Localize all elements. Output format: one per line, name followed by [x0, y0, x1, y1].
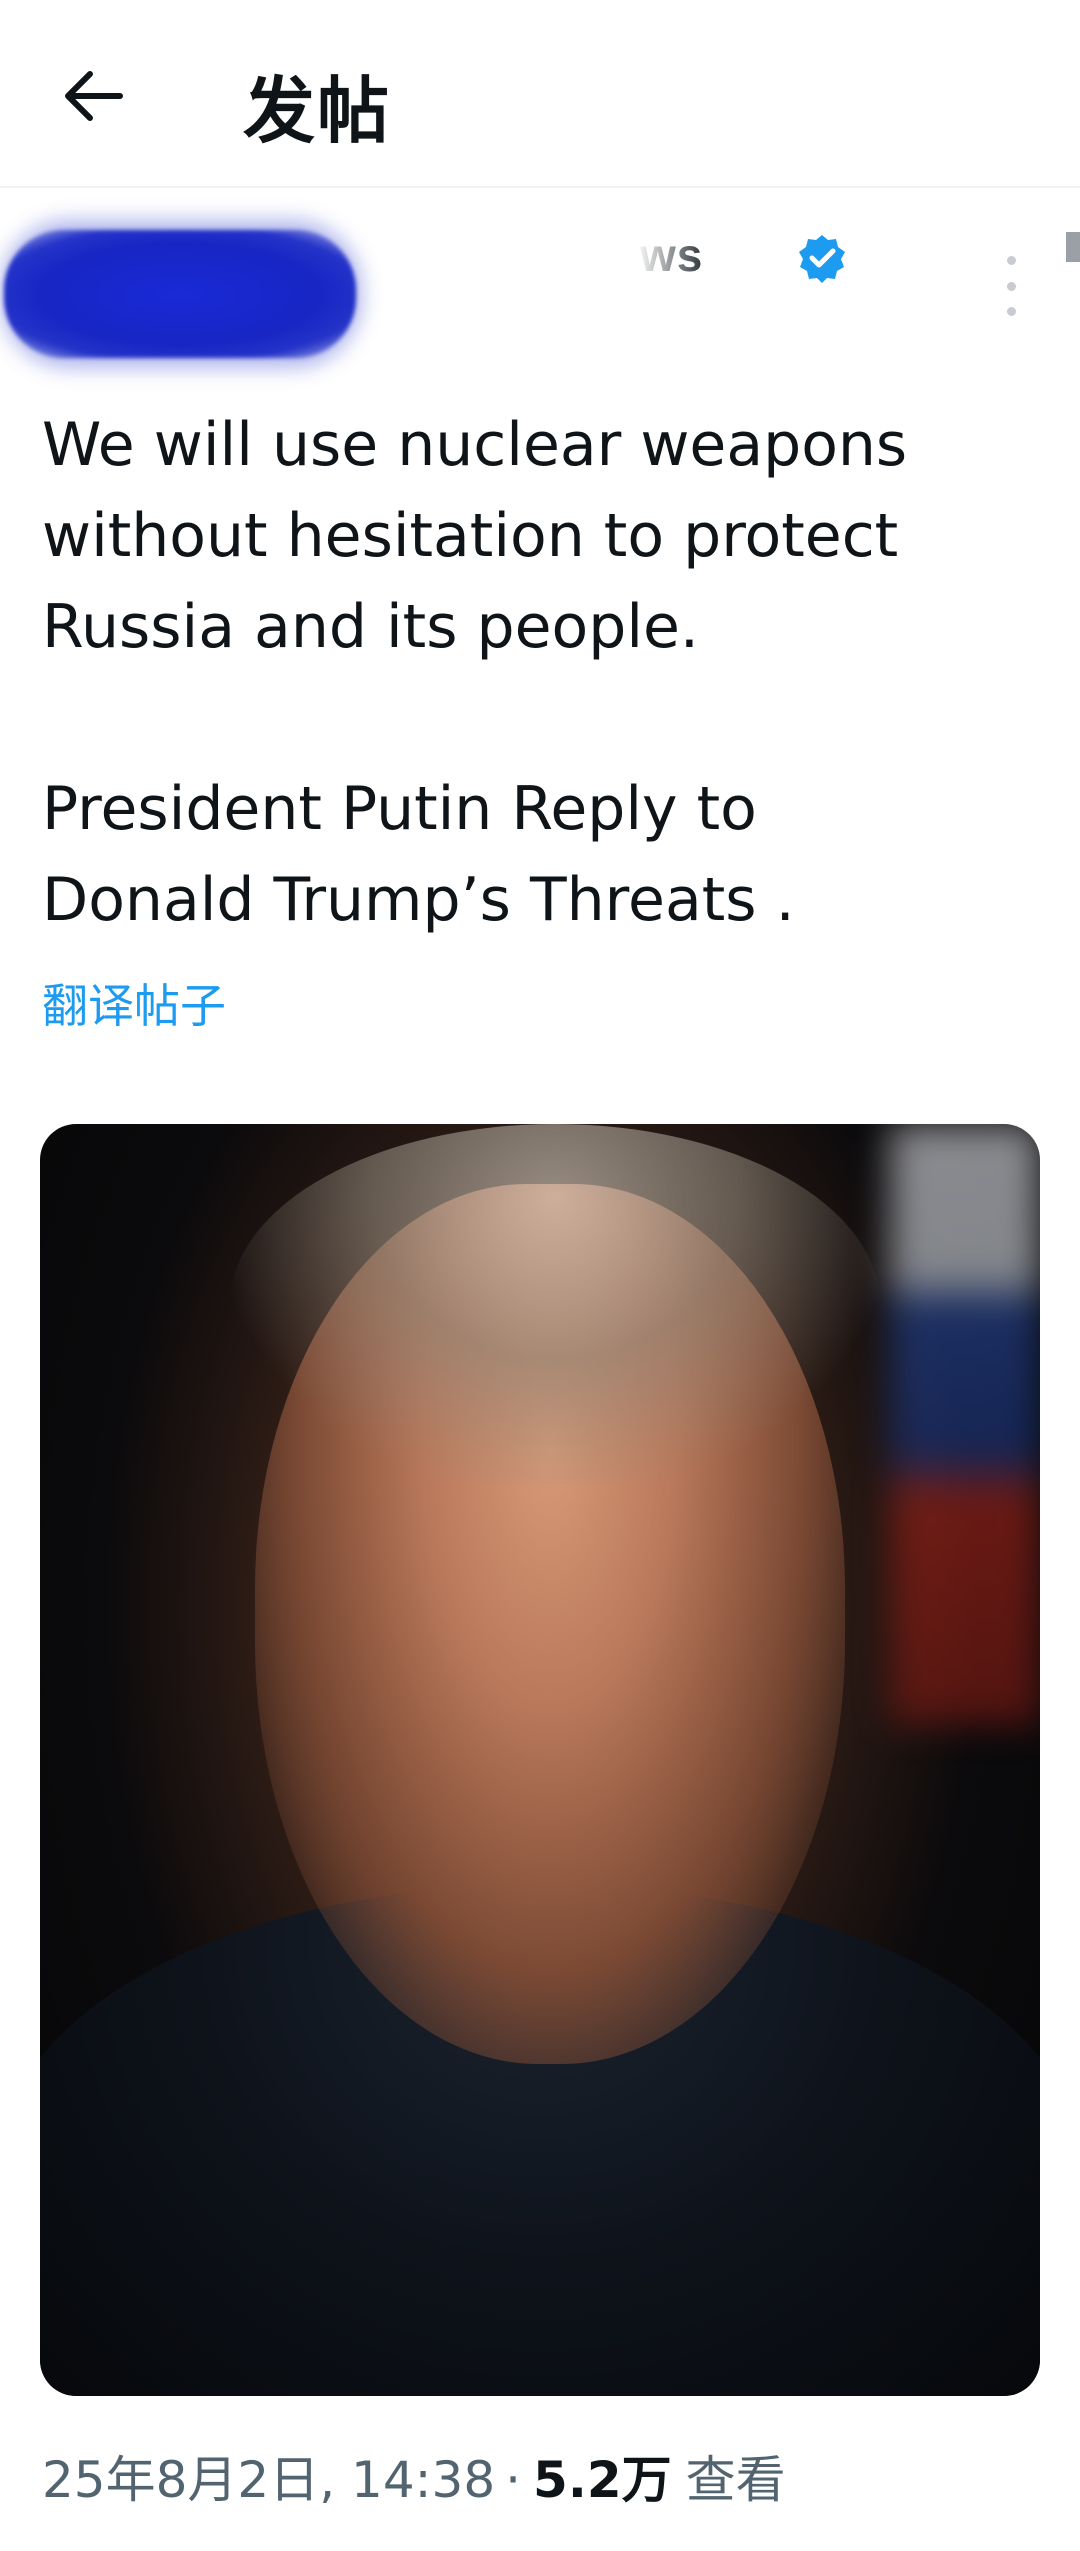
top-bar: 发帖	[0, 0, 1080, 188]
scrollbar[interactable]	[1066, 232, 1080, 262]
meta-separator: ·	[505, 2451, 522, 2509]
views-label[interactable]: 查看	[686, 2440, 786, 2512]
redacted-author-name	[4, 230, 356, 358]
tweet-meta: 25年8月2日, 14:38 · 5.2万 查看	[42, 2440, 786, 2512]
tweet-image[interactable]	[40, 1124, 1040, 2396]
arrow-left-icon	[65, 71, 123, 121]
verified-badge-icon	[799, 235, 845, 283]
translate-post-link[interactable]: 翻译帖子	[42, 970, 226, 1036]
more-options-icon[interactable]	[996, 256, 1026, 316]
page-title: 发帖	[243, 69, 392, 153]
tweet-text: We will use nuclear weapons without hesi…	[42, 410, 908, 935]
back-button[interactable]	[52, 54, 136, 138]
views-count[interactable]: 5.2万	[533, 2440, 672, 2512]
timestamp: 25年8月2日, 14:38	[42, 2451, 496, 2509]
